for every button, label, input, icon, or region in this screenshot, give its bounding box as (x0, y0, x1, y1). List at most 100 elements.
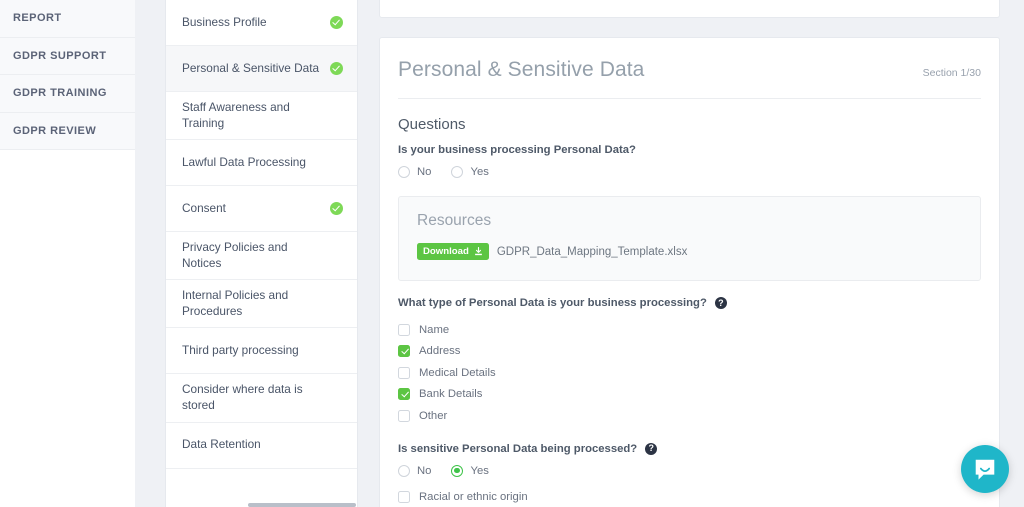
horizontal-scrollbar[interactable] (248, 503, 356, 507)
check-circle-icon (330, 202, 343, 216)
section-list[interactable]: Business Profile Personal & Sensitive Da… (165, 0, 358, 507)
question-text: What type of Personal Data is your busin… (398, 297, 707, 309)
help-icon[interactable]: ? (714, 297, 727, 309)
section-list-item-consent[interactable]: Consent (166, 186, 357, 233)
section-list-item-label: Data Retention (182, 437, 261, 452)
checkbox-option-bank-details[interactable]: Bank Details (398, 384, 981, 406)
checkbox-box-icon (398, 409, 410, 422)
checkbox-group-sensitive-categories[interactable]: Racial or ethnic origin (398, 487, 981, 507)
checkbox-group-personal-data-types[interactable]: Name Address Medical Details Bank Detail… (398, 319, 981, 427)
sidebar-item-label: GDPR REVIEW (13, 124, 97, 137)
chat-bubble-icon (975, 459, 995, 480)
resource-item: Download GDPR_Data_Mapping_Template.xlsx (417, 243, 962, 260)
question-text: Is your business processing Personal Dat… (398, 144, 636, 156)
section-list-item-consider-where-data-is-stored[interactable]: Consider where data is stored (166, 374, 357, 423)
radio-dot-selected-icon (451, 464, 464, 477)
sidebar-item-gdpr-review[interactable]: GDPR REVIEW (0, 112, 135, 150)
check-slot-empty (330, 249, 343, 262)
resource-filename: GDPR_Data_Mapping_Template.xlsx (496, 245, 688, 258)
section-list-item-partial[interactable] (166, 468, 357, 507)
card-header: Personal & Sensitive Data Section 1/30 (398, 38, 981, 99)
radio-label: No (417, 464, 432, 477)
question-block-processing-personal-data: Is your business processing Personal Dat… (398, 144, 981, 178)
section-list-item-label: Consider where data is stored (182, 382, 303, 412)
section-list-item-label: Third party processing (182, 343, 299, 358)
help-icon[interactable]: ? (645, 442, 658, 455)
sidebar-item-gdpr-training[interactable]: GDPR TRAINING (0, 75, 135, 113)
checkbox-option-address[interactable]: Address (398, 341, 981, 363)
checkbox-option-name[interactable]: Name (398, 319, 981, 341)
section-list-item-business-profile[interactable]: Business Profile (166, 0, 357, 46)
question-block-personal-data-types: What type of Personal Data is your busin… (398, 297, 981, 427)
question-label: What type of Personal Data is your busin… (398, 297, 981, 309)
checkbox-label: Other (419, 409, 448, 422)
question-label: Is sensitive Personal Data being process… (398, 442, 981, 455)
radio-group-sensitive-personal-data[interactable]: No Yes (398, 464, 981, 477)
download-icon (474, 247, 482, 256)
checkbox-option-other[interactable]: Other (398, 405, 981, 427)
section-list-item-label: Lawful Data Processing (182, 154, 306, 169)
radio-option-yes[interactable]: Yes (451, 464, 489, 477)
app-root: REPORT GDPR SUPPORT GDPR TRAINING GDPR R… (0, 0, 1024, 507)
radio-label: No (417, 166, 432, 178)
section-list-item-label: Privacy Policies and Notices (182, 240, 288, 270)
checkbox-box-checked-icon (398, 345, 410, 358)
checkbox-box-icon (398, 491, 410, 504)
checkbox-box-icon (398, 366, 410, 379)
questions-heading: Questions (398, 116, 466, 133)
radio-group-processing-personal-data[interactable]: No Yes (398, 166, 981, 178)
section-card: Personal & Sensitive Data Section 1/30 Q… (379, 37, 1000, 507)
check-slot-empty (330, 391, 343, 404)
question-label: Is your business processing Personal Dat… (398, 144, 981, 156)
checkbox-option-racial-or-ethnic-origin[interactable]: Racial or ethnic origin (398, 487, 981, 507)
checkbox-label: Bank Details (419, 388, 483, 401)
checkbox-box-icon (398, 323, 410, 336)
check-slot-empty (330, 156, 343, 169)
section-list-item-label: Business Profile (182, 14, 267, 29)
check-slot-empty (330, 109, 343, 122)
radio-label: Yes (470, 464, 489, 477)
section-list-item-third-party-processing[interactable]: Third party processing (166, 328, 357, 375)
sidebar-item-report[interactable]: REPORT (0, 0, 135, 38)
previous-card-stub (379, 0, 1000, 18)
download-button[interactable]: Download (417, 243, 489, 260)
section-list-item-internal-policies-and-procedures[interactable]: Internal Policies and Procedures (166, 280, 357, 329)
section-list-item-data-retention[interactable]: Data Retention (166, 422, 357, 469)
checkbox-label: Name (419, 323, 450, 336)
section-list-item-label: Staff Awareness and Training (182, 100, 290, 130)
check-slot-empty (330, 439, 343, 452)
radio-label: Yes (470, 166, 489, 178)
check-circle-icon (330, 62, 343, 75)
main-content-panel: Personal & Sensitive Data Section 1/30 Q… (358, 0, 1024, 507)
checkbox-label: Medical Details (419, 366, 496, 379)
radio-option-yes[interactable]: Yes (451, 166, 489, 178)
question-text: Is sensitive Personal Data being process… (398, 442, 638, 455)
section-list-item-lawful-data-processing[interactable]: Lawful Data Processing (166, 140, 357, 187)
page-title: Personal & Sensitive Data (398, 58, 645, 81)
question-block-sensitive-personal-data: Is sensitive Personal Data being process… (398, 442, 981, 507)
section-list-item-staff-awareness-and-training[interactable]: Staff Awareness and Training (166, 92, 357, 141)
radio-dot-icon (398, 464, 410, 477)
check-slot-empty (330, 485, 343, 498)
sidebar-item-label: GDPR TRAINING (13, 87, 107, 100)
checkbox-option-medical-details[interactable]: Medical Details (398, 362, 981, 384)
section-list-item-label: Personal & Sensitive Data (182, 60, 320, 75)
resources-title: Resources (417, 212, 492, 229)
check-slot-empty (330, 344, 343, 357)
checkbox-box-checked-icon (398, 388, 410, 401)
resources-panel: Resources Download GDPR_Data_Mapping_Tem… (398, 196, 981, 281)
section-list-item-privacy-policies-and-notices[interactable]: Privacy Policies and Notices (166, 232, 357, 281)
checkbox-label: Address (419, 345, 461, 358)
radio-option-no[interactable]: No (398, 464, 432, 477)
radio-dot-icon (451, 166, 464, 178)
sidebar-item-gdpr-support[interactable]: GDPR SUPPORT (0, 37, 135, 75)
sidebar-filler (0, 150, 135, 507)
sidebar-item-label: GDPR SUPPORT (13, 49, 107, 62)
section-list-item-label: Internal Policies and Procedures (182, 288, 289, 318)
radio-option-no[interactable]: No (398, 166, 431, 178)
checkbox-label: Racial or ethnic origin (419, 491, 528, 504)
sidebar-item-label: REPORT (13, 12, 62, 25)
section-counter: Section 1/30 (922, 67, 981, 79)
intercom-chat-launcher-button[interactable] (961, 445, 1009, 493)
section-list-item-personal-sensitive-data[interactable]: Personal & Sensitive Data (166, 46, 357, 92)
